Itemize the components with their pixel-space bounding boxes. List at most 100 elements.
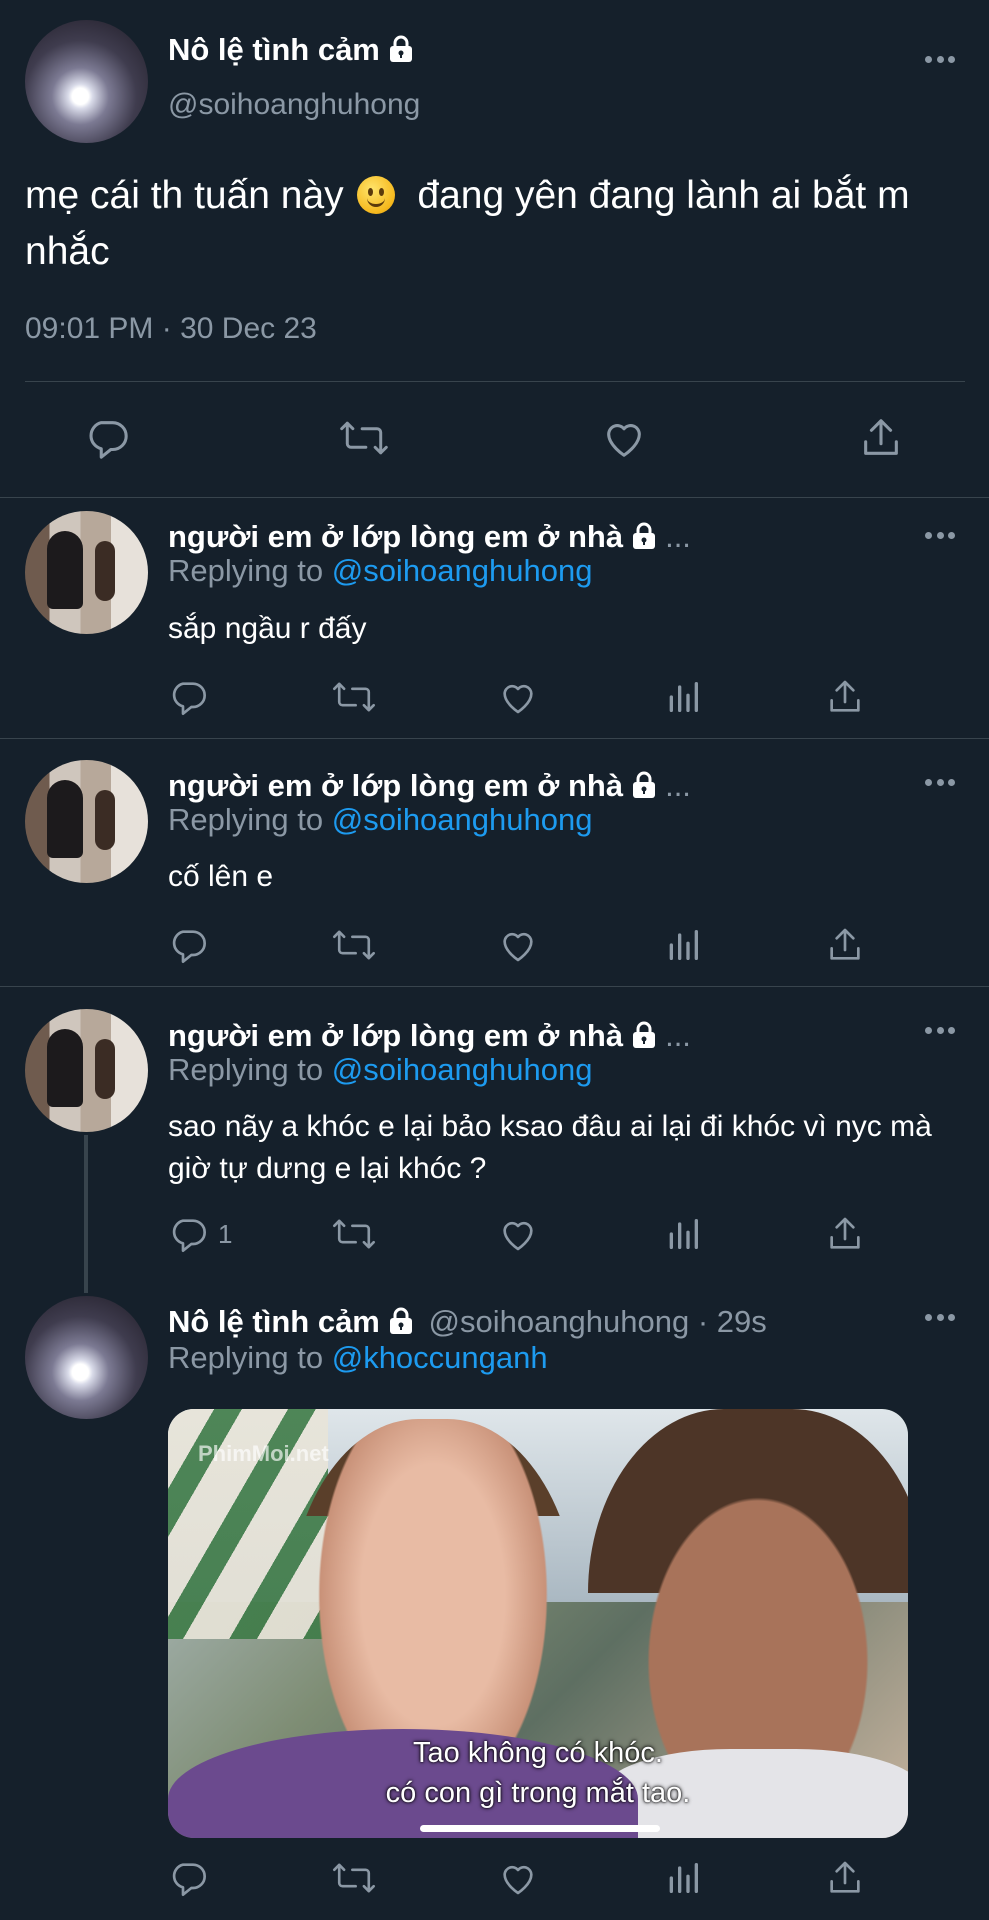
lock-icon [631, 522, 657, 558]
avatar[interactable] [25, 20, 148, 143]
avatar[interactable] [25, 1009, 148, 1132]
tweet-timestamp[interactable]: 09:01 PM · 30 Dec 23 [25, 312, 317, 346]
author-handle-and-time[interactable]: @soihoanghuhong · 29s [429, 1304, 767, 1339]
analytics-icon [669, 1863, 698, 1893]
share-icon [864, 419, 898, 455]
reply-icon [172, 1863, 206, 1896]
heart-icon [503, 1221, 533, 1251]
more-options-icon[interactable] [925, 1314, 955, 1322]
heart-icon [503, 1865, 533, 1895]
heart-icon [503, 932, 533, 962]
name-truncation: ... [665, 1018, 691, 1053]
replying-label: Replying to [168, 802, 324, 837]
views-button[interactable] [663, 925, 703, 965]
author-handle[interactable]: @soihoanghuhong [168, 88, 420, 122]
replying-to: Replying to @soihoanghuhong [168, 802, 592, 838]
more-options-icon[interactable] [925, 779, 955, 787]
lock-icon [388, 1307, 414, 1343]
like-button[interactable] [497, 1214, 539, 1254]
reply-tweet[interactable]: người em ở lớp lòng em ở nhà... Replying… [0, 738, 989, 986]
thread-connector-line [84, 1135, 88, 1293]
replying-label: Replying to [168, 1340, 324, 1375]
home-indicator [420, 1825, 660, 1832]
more-options-icon[interactable] [925, 532, 955, 540]
retweet-button[interactable] [331, 1214, 377, 1254]
analytics-icon [669, 1219, 698, 1249]
media-watermark: PhimMoi.net [198, 1441, 329, 1466]
author-name[interactable]: người em ở lớp lòng em ở nhà [168, 1018, 623, 1053]
retweet-icon [332, 1863, 376, 1893]
replying-to: Replying to @khoccunganh [168, 1340, 548, 1376]
reply-button[interactable]: 1 [168, 1214, 232, 1254]
reply-icon [172, 930, 206, 963]
share-button[interactable] [825, 1214, 865, 1254]
share-button[interactable] [825, 677, 865, 717]
retweet-icon [332, 930, 376, 960]
media-subtitle-line2: có con gì trong mắt tao. [385, 1777, 691, 1809]
reply-text: sắp ngầu r đấy [168, 612, 367, 645]
mention-link[interactable]: @soihoanghuhong [332, 1052, 593, 1087]
reply-button[interactable] [168, 1858, 208, 1898]
analytics-icon [669, 930, 698, 960]
reply-icon [89, 421, 128, 459]
tweet-text: mẹ cái th tuấn này đang yên đang lành ai… [25, 168, 965, 280]
reply-button[interactable] [84, 415, 130, 461]
avatar[interactable] [25, 511, 148, 634]
retweet-button[interactable] [338, 415, 390, 461]
share-icon [830, 1861, 860, 1893]
author-name[interactable]: Nô lệ tình cảm [168, 1304, 380, 1339]
lock-icon [388, 35, 414, 71]
name-truncation: ... [665, 768, 691, 803]
like-button[interactable] [497, 677, 539, 717]
tweet-media-image[interactable]: PhimMoi.net Tao không có khóc. có con gì… [168, 1409, 908, 1838]
replying-to: Replying to @soihoanghuhong [168, 553, 592, 589]
replying-label: Replying to [168, 553, 324, 588]
media-subtitle-line1: Tao không có khóc. [413, 1737, 663, 1769]
replying-to: Replying to @soihoanghuhong [168, 1052, 592, 1088]
author-name[interactable]: người em ở lớp lòng em ở nhà [168, 768, 623, 803]
more-options-icon[interactable] [925, 1027, 955, 1035]
author-name-row[interactable]: Nô lệ tình cảm @soihoanghuhong · 29s [168, 1304, 767, 1343]
share-button[interactable] [825, 1858, 865, 1898]
author-name-row[interactable]: Nô lệ tình cảm [168, 32, 414, 71]
analytics-icon [669, 682, 698, 712]
lock-icon [631, 1021, 657, 1057]
reply-text: sao nãy a khóc e lại bảo ksao đâu ai lại… [168, 1110, 932, 1185]
mention-link[interactable]: @soihoanghuhong [332, 553, 593, 588]
mention-link[interactable]: @soihoanghuhong [332, 802, 593, 837]
share-icon [830, 1217, 860, 1249]
reply-button[interactable] [168, 677, 208, 717]
retweet-button[interactable] [331, 677, 377, 717]
reply-tweet[interactable]: người em ở lớp lòng em ở nhà... Replying… [0, 986, 989, 1286]
divider [25, 381, 965, 382]
retweet-icon [340, 421, 388, 455]
share-button[interactable] [858, 415, 904, 461]
views-button[interactable] [663, 1214, 703, 1254]
name-truncation: ... [665, 519, 691, 554]
reply-text: cố lên e [168, 860, 274, 893]
reply-tweet[interactable]: người em ở lớp lòng em ở nhà... Replying… [0, 497, 989, 738]
retweet-button[interactable] [331, 925, 377, 965]
mention-link[interactable]: @khoccunganh [332, 1340, 548, 1375]
smiling-face-emoji-icon [356, 176, 395, 214]
retweet-button[interactable] [331, 1858, 377, 1898]
retweet-icon [332, 682, 376, 712]
reply-icon [172, 682, 206, 715]
views-button[interactable] [663, 1858, 703, 1898]
share-button[interactable] [825, 925, 865, 965]
more-options-icon[interactable] [925, 56, 955, 64]
author-name[interactable]: người em ở lớp lòng em ở nhà [168, 519, 623, 554]
avatar[interactable] [25, 760, 148, 883]
like-button[interactable] [600, 415, 648, 461]
like-button[interactable] [497, 925, 539, 965]
share-icon [830, 680, 860, 712]
tweet-text-part1: mẹ cái th tuấn này [25, 174, 344, 217]
author-name[interactable]: Nô lệ tình cảm [168, 32, 380, 67]
reply-count: 1 [218, 1218, 233, 1249]
share-icon [830, 928, 860, 960]
reply-button[interactable] [168, 925, 208, 965]
views-button[interactable] [663, 677, 703, 717]
like-button[interactable] [497, 1858, 539, 1898]
heart-icon [503, 684, 533, 714]
avatar[interactable] [25, 1296, 148, 1419]
